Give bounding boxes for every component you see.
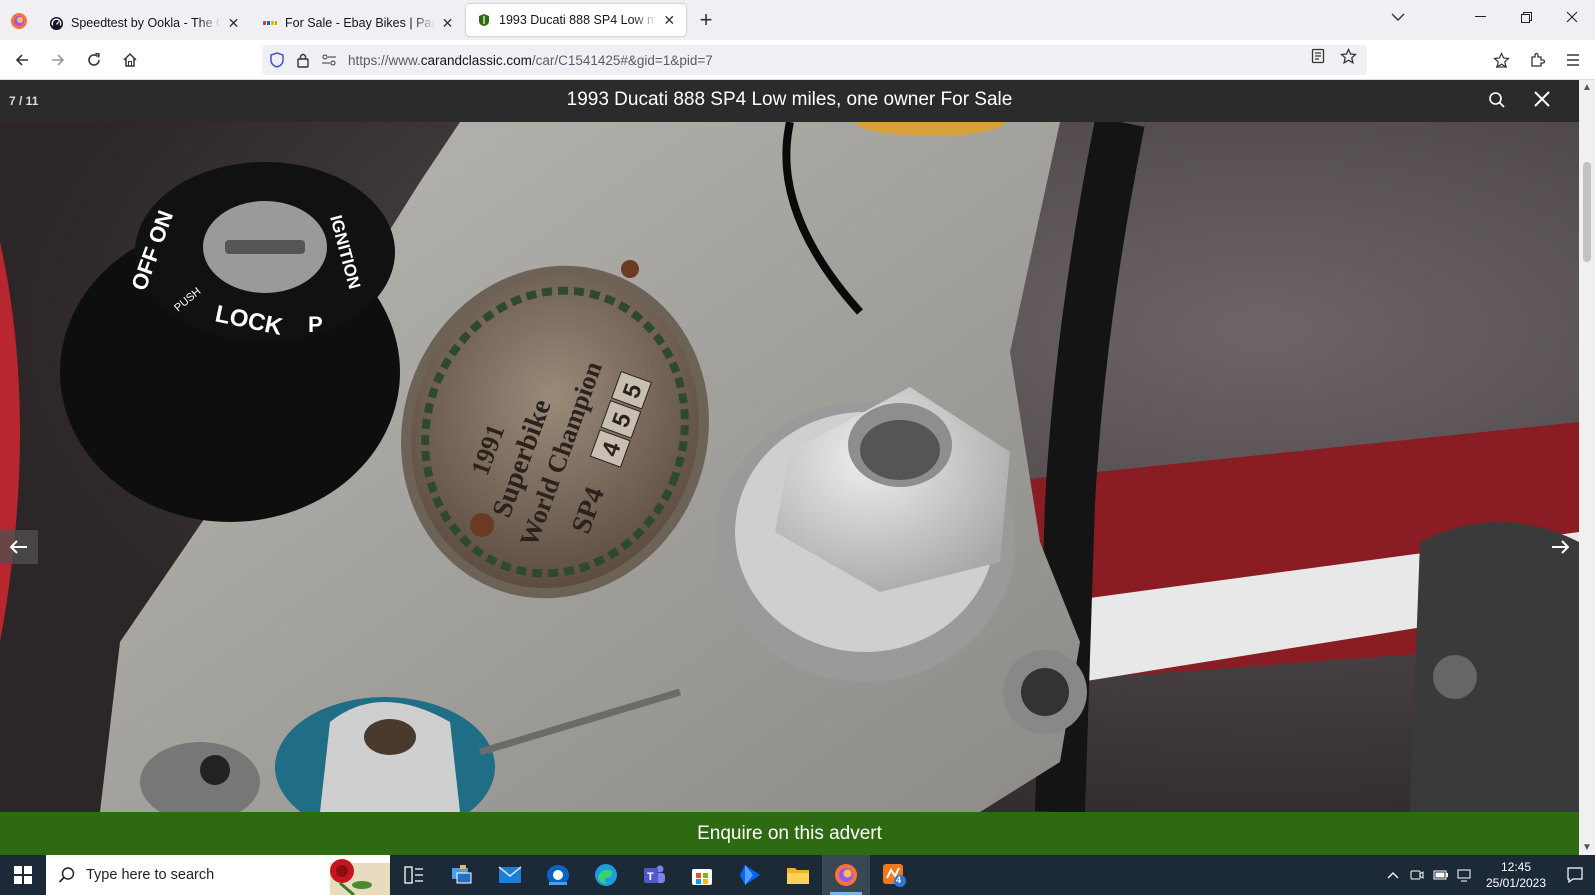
ducati-ignition-plaque-photo: OFF ON PUSH LOCK P IGNITION 1991 Superbi… [0,122,1579,812]
outlook-icon[interactable] [534,855,582,895]
tab-ducati[interactable]: 1993 Ducati 888 SP4 Low miles, one owner… [466,4,686,36]
extensions-icon[interactable] [1519,44,1555,76]
url-text[interactable]: https://www.carandclassic.com/car/C15414… [348,53,713,68]
new-tab-button[interactable]: + [688,2,724,38]
carandclassic-icon [476,12,492,28]
search-icon [58,867,75,883]
tab-label: For Sale - Ebay Bikes | Page 1017 [285,16,435,30]
home-icon [123,52,137,67]
tracking-protection-shield-icon[interactable] [264,47,290,73]
next-photo-button[interactable] [1541,530,1579,564]
list-all-tabs-icon[interactable] [1391,8,1405,24]
back-arrow-icon [15,53,28,66]
windows-logo-icon [14,866,32,884]
battery-icon[interactable] [1429,870,1453,880]
url-prefix: https://www. [348,52,421,68]
speedtest-icon [48,15,64,31]
scrollbar-thumb[interactable] [1583,162,1591,262]
permissions-icon[interactable] [316,47,342,73]
reload-icon [88,52,100,66]
firefox-icon [11,13,27,29]
bookmark-star-icon[interactable] [1339,47,1358,70]
photo-gallery-viewer: 7 / 11 1993 Ducati 888 SP4 Low miles, on… [0,80,1579,855]
tab-label: 1993 Ducati 888 SP4 Low miles, one owner… [499,13,657,27]
system-tray: 12:45 25/01/2023 [1381,855,1595,895]
viewer-header: 7 / 11 1993 Ducati 888 SP4 Low miles, on… [0,80,1579,122]
start-button[interactable] [0,855,46,895]
ebay-bikes-icon [262,15,278,31]
tab-label: Speedtest by Ookla - The Global Broadban… [71,16,221,30]
back-button[interactable] [4,44,40,76]
close-window-icon[interactable] [1549,0,1595,34]
app-menu-icon[interactable] [1555,44,1591,76]
minimize-icon[interactable] [1457,0,1503,34]
network-icon[interactable] [1453,868,1477,882]
clock-time: 12:45 [1500,860,1532,874]
previous-photo-button[interactable] [0,530,38,564]
lock-icon[interactable] [290,47,316,73]
window-controls [1457,0,1595,34]
show-hidden-icons-chevron-icon[interactable] [1381,871,1405,879]
clock[interactable]: 12:45 25/01/2023 [1477,859,1555,891]
file-explorer-icon[interactable] [774,855,822,895]
forward-button[interactable] [40,44,76,76]
remote-desktop-icon[interactable] [438,855,486,895]
restore-icon[interactable] [1503,0,1549,34]
close-tab-icon[interactable]: ✕ [663,12,676,29]
notifications-icon[interactable] [1555,867,1595,883]
tab-ebay-bikes[interactable]: For Sale - Ebay Bikes | Page 1017 ✕ [252,6,464,40]
url-path: /car/C1541425#&gid=1&pid=7 [531,52,713,68]
home-button[interactable] [112,44,148,76]
reader-view-icon[interactable] [1310,48,1326,70]
navigation-toolbar: https://www.carandclassic.com/car/C15414… [0,40,1595,80]
close-tab-icon[interactable]: ✕ [227,15,240,32]
address-bar[interactable]: https://www.carandclassic.com/car/C15414… [262,45,1367,75]
close-tab-icon[interactable]: ✕ [441,15,454,32]
edge-icon[interactable] [582,855,630,895]
scroll-up-icon[interactable]: ▲ [1582,82,1592,93]
clock-date: 25/01/2023 [1485,876,1547,890]
teams-icon[interactable]: T [630,855,678,895]
power-automate-icon[interactable] [726,855,774,895]
listing-photo: OFF ON PUSH LOCK P IGNITION 1991 Superbi… [0,122,1579,812]
pocket-save-icon[interactable] [1483,44,1519,76]
arrow-right-icon [1552,540,1569,554]
arrow-left-icon [10,540,27,554]
firefox-view-button[interactable] [0,2,38,40]
url-domain: carandclassic.com [420,52,532,68]
svg-text:T: T [647,871,654,883]
rose-search-highlight-icon [330,859,390,895]
page-scrollbar[interactable]: ▲ ▼ [1579,80,1595,855]
close-viewer-icon[interactable] [1532,89,1552,114]
reload-button[interactable] [76,44,112,76]
microsoft-store-icon[interactable] [678,855,726,895]
meet-now-icon[interactable] [1405,868,1429,882]
zoom-icon[interactable] [1488,91,1506,114]
tab-speedtest[interactable]: Speedtest by Ookla - The Global Broadban… [38,6,250,40]
notification-badge: 4 [896,875,902,885]
mail-icon[interactable] [486,855,534,895]
task-view-icon[interactable] [390,855,438,895]
search-placeholder: Type here to search [86,867,215,883]
forward-arrow-icon [52,53,65,66]
listing-title: 1993 Ducati 888 SP4 Low miles, one owner… [566,89,1013,110]
app-with-badge-icon[interactable]: 4 [870,855,918,895]
tab-bar: Speedtest by Ookla - The Global Broadban… [0,0,1595,40]
windows-taskbar: Type here to search T 4 12:45 25/01/2023 [0,855,1595,895]
firefox-taskbar-icon[interactable] [822,855,870,895]
taskbar-search-box[interactable]: Type here to search [46,855,390,895]
enquire-button[interactable]: Enquire on this advert [0,812,1579,855]
scroll-down-icon[interactable]: ▼ [1582,842,1592,853]
photo-ignition-p: P [308,312,323,337]
